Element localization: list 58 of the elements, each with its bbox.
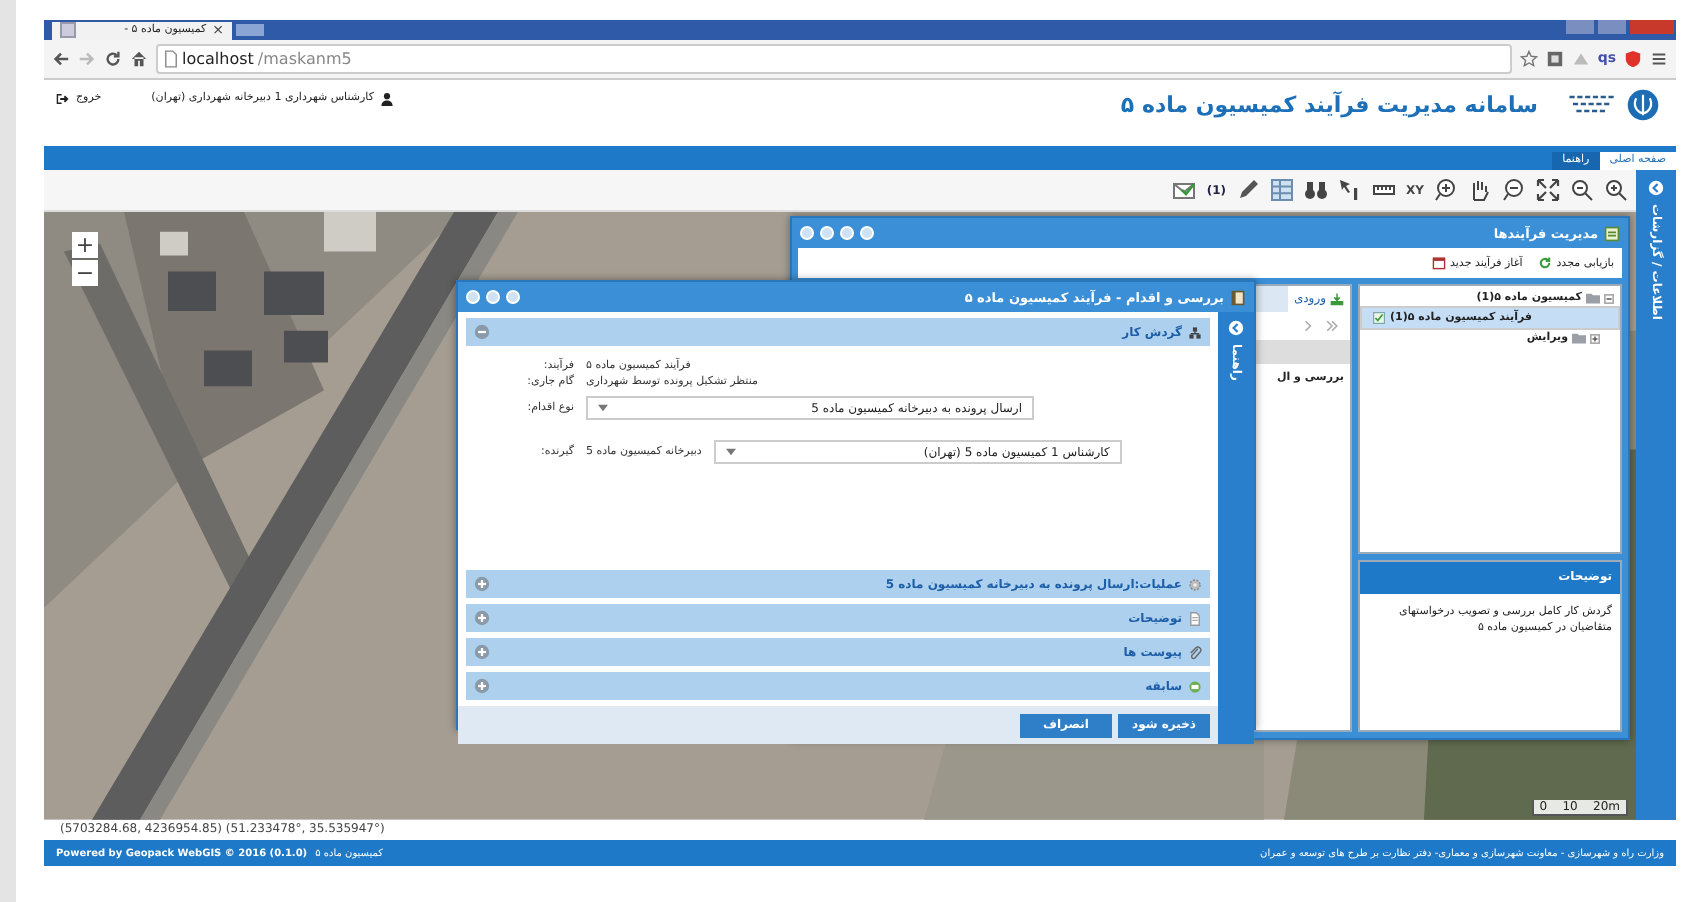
zoom-in-icon[interactable] (1434, 178, 1458, 203)
history-icon (1188, 679, 1202, 694)
zoom-out-icon[interactable] (1502, 178, 1526, 203)
help-button[interactable] (840, 226, 854, 241)
page-icon (164, 49, 178, 68)
close-button[interactable] (800, 226, 814, 241)
toggle-icon[interactable] (474, 576, 490, 593)
refresh-icon (1538, 256, 1553, 271)
shield-icon[interactable] (1624, 49, 1642, 68)
reload-icon[interactable] (104, 49, 122, 68)
pencil-icon[interactable] (1236, 178, 1261, 203)
close-button[interactable] (466, 290, 480, 305)
star-icon[interactable] (1519, 49, 1538, 68)
envelope-check-icon[interactable] (1172, 178, 1197, 203)
caret-icon (725, 448, 736, 457)
hand-icon[interactable] (1468, 178, 1492, 203)
toggle-icon[interactable] (474, 610, 490, 627)
collapse-button[interactable] (506, 290, 520, 305)
document-icon (1188, 611, 1202, 626)
gear-icon (1188, 577, 1202, 592)
zoom-out-button[interactable]: − (72, 260, 98, 287)
new-tab-button[interactable] (236, 23, 264, 36)
collapse-button[interactable] (860, 226, 874, 241)
page-icon (60, 22, 76, 39)
pointer-info-icon[interactable] (1338, 178, 1363, 203)
help-button[interactable] (486, 290, 500, 305)
toggle-icon[interactable] (474, 678, 490, 695)
toggle-icon[interactable] (474, 644, 490, 661)
zoom-in-icon[interactable] (1604, 178, 1628, 203)
home-icon[interactable] (130, 49, 148, 68)
emblem-logo (1626, 87, 1660, 122)
caret-icon (598, 404, 608, 413)
collapse-icon[interactable] (1648, 180, 1664, 197)
zoom-in-button[interactable]: + (72, 232, 98, 259)
toggle-icon[interactable] (1590, 333, 1600, 344)
paperclip-icon (1188, 645, 1202, 660)
table-icon[interactable] (1270, 178, 1295, 203)
zoom-out-icon[interactable] (1570, 178, 1594, 203)
back-icon[interactable] (52, 49, 70, 68)
next-page-icon[interactable] (1300, 318, 1316, 335)
toggle-icon[interactable] (1604, 293, 1614, 304)
toggle-icon[interactable] (474, 324, 490, 341)
calendar-icon (1432, 256, 1447, 271)
inbox-icon (1330, 292, 1344, 307)
last-page-icon[interactable] (1324, 318, 1340, 335)
window-icon (1604, 225, 1620, 242)
binoculars-icon[interactable] (1304, 178, 1329, 203)
logout-icon[interactable] (56, 91, 70, 106)
menu-icon[interactable] (1650, 49, 1668, 68)
user-icon (379, 91, 394, 106)
check-icon (1372, 312, 1386, 325)
flowchart-icon (1188, 325, 1202, 340)
address-field[interactable]: localhost /maskanm5 (156, 43, 1512, 74)
maximize-button[interactable] (820, 226, 834, 241)
app-title: سامانه مدیریت فرآیند کمیسیون ماده ۵ (1120, 91, 1538, 118)
expand-icon[interactable] (1228, 320, 1244, 337)
full-extent-icon[interactable] (1536, 178, 1560, 203)
book-icon (1230, 289, 1246, 306)
